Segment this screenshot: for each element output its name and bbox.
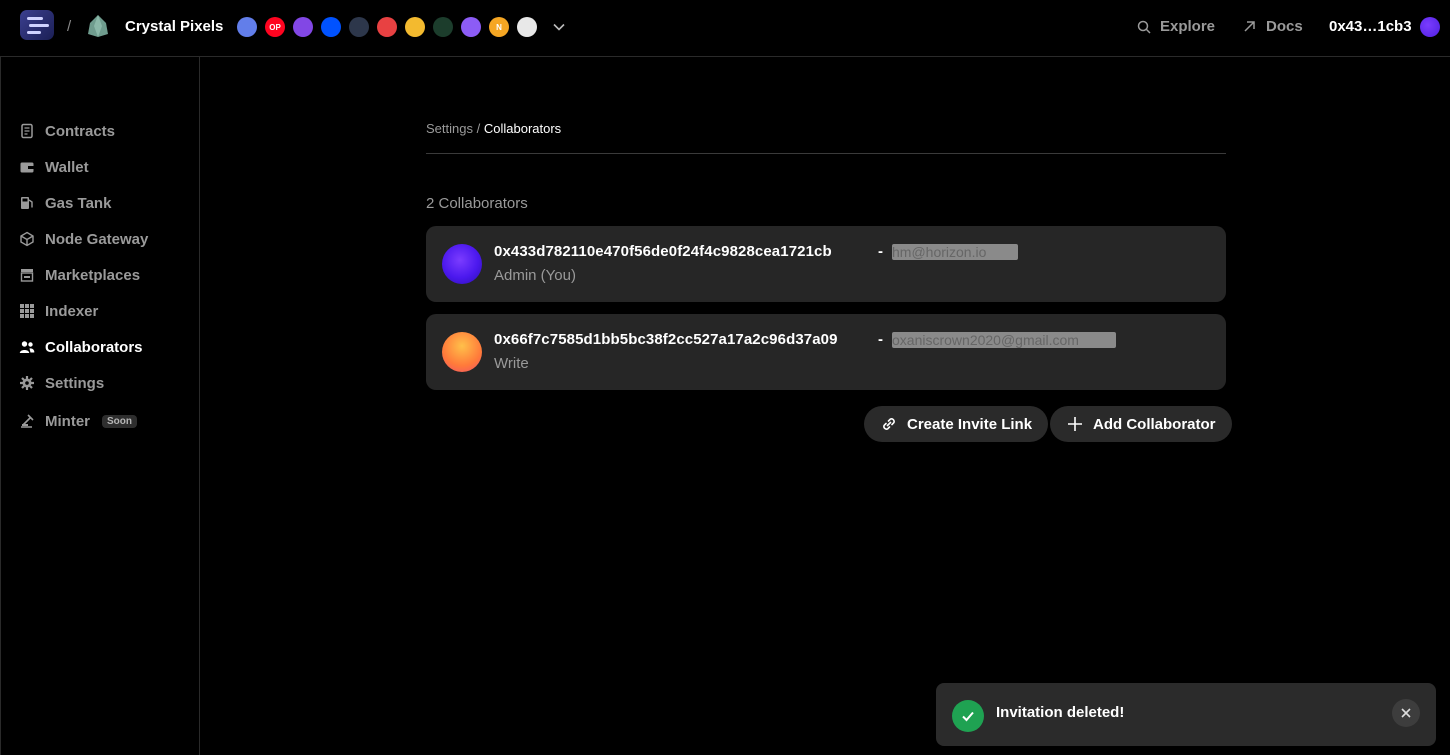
gnosis-icon[interactable] xyxy=(433,17,453,37)
zksync-icon[interactable] xyxy=(461,17,481,37)
grid-icon xyxy=(20,304,34,318)
users-icon xyxy=(19,341,35,353)
toast-message: Invitation deleted! xyxy=(996,704,1125,721)
chevron-down-icon[interactable] xyxy=(552,20,566,34)
soon-badge: Soon xyxy=(102,414,137,428)
avalanche-icon[interactable] xyxy=(377,17,397,37)
add-collaborator-button[interactable]: Add Collaborator xyxy=(1050,406,1232,442)
project-avatar-icon[interactable] xyxy=(87,14,109,38)
plus-icon xyxy=(1068,417,1082,431)
collaborator-email-redacted: hm@horizon.io xyxy=(892,244,1018,260)
sidebar-item-minter[interactable]: Minter Soon xyxy=(19,411,137,431)
optimism-icon[interactable]: OP xyxy=(265,17,285,37)
ethereum-icon[interactable] xyxy=(237,17,257,37)
sidebar-item-label: Indexer xyxy=(45,302,99,320)
collaborator-card[interactable]: 0x433d782110e470f56de0f24f4c9828cea1721c… xyxy=(426,226,1226,302)
link-icon xyxy=(883,418,895,430)
collaborator-address: 0x433d782110e470f56de0f24f4c9828cea1721c… xyxy=(494,243,832,260)
chain-list: OP N xyxy=(237,17,537,37)
collaborator-count: 2 Collaborators xyxy=(426,195,528,212)
wallet-address[interactable]: 0x43…1cb3 xyxy=(1329,18,1412,35)
create-invite-link-label: Create Invite Link xyxy=(907,415,1033,433)
sidebar-item-label: Wallet xyxy=(45,158,89,176)
gas-pump-icon xyxy=(21,197,33,209)
check-circle-icon xyxy=(952,700,984,732)
close-icon[interactable] xyxy=(1392,699,1420,727)
avatar xyxy=(442,332,482,372)
collaborator-card[interactable]: 0x66f7c7585d1bb5bc38f2cc527a17a2c96d37a0… xyxy=(426,314,1226,390)
sidebar-item-wallet[interactable]: Wallet xyxy=(19,157,89,177)
sidebar-item-label: Gas Tank xyxy=(45,194,112,212)
polygon-icon[interactable] xyxy=(293,17,313,37)
contract-icon xyxy=(21,123,33,139)
sidebar-item-label: Minter xyxy=(45,412,90,430)
sidebar-item-settings[interactable]: Settings xyxy=(19,373,104,393)
breadcrumb-parent[interactable]: Settings xyxy=(426,121,473,136)
near-icon[interactable]: N xyxy=(489,17,509,37)
separator-dash: - xyxy=(878,243,883,260)
wallet-icon xyxy=(20,162,34,173)
bnb-icon[interactable] xyxy=(405,17,425,37)
sidebar-item-label: Settings xyxy=(45,374,105,392)
base-icon[interactable] xyxy=(321,17,341,37)
header-separator: / xyxy=(67,18,72,35)
breadcrumb-current: Collaborators xyxy=(483,121,562,136)
breadcrumb: Settings / Collaborators xyxy=(426,121,561,136)
store-icon xyxy=(20,269,34,282)
separator-dash: - xyxy=(878,331,883,348)
toast-notification: Invitation deleted! xyxy=(936,683,1436,746)
sidebar-item-gas-tank[interactable]: Gas Tank xyxy=(19,193,111,213)
sidebar-item-label: Node Gateway xyxy=(45,230,149,248)
sidebar-item-label: Marketplaces xyxy=(45,266,141,284)
wallet-avatar[interactable] xyxy=(1420,17,1440,37)
sidebar-item-indexer[interactable]: Indexer xyxy=(19,301,98,321)
breadcrumb-separator: / xyxy=(476,121,481,136)
top-bar: / Crystal Pixels OP N Explore Docs 0x43…1… xyxy=(0,0,1450,57)
avatar xyxy=(442,244,482,284)
arrow-up-right-icon xyxy=(1244,21,1255,32)
sidebar-item-contracts[interactable]: Contracts xyxy=(19,121,115,141)
divider xyxy=(426,153,1226,154)
search-icon xyxy=(1137,20,1151,34)
add-collaborator-label: Add Collaborator xyxy=(1093,415,1216,433)
sidebar-item-collaborators[interactable]: Collaborators xyxy=(19,337,143,357)
collaborator-role: Write xyxy=(494,355,529,372)
cube-icon xyxy=(20,231,34,247)
collaborator-address: 0x66f7c7585d1bb5bc38f2cc527a17a2c96d37a0… xyxy=(494,331,838,348)
collaborator-email-redacted: oxaniscrown2020@gmail.com xyxy=(892,332,1116,348)
sidebar-item-node-gateway[interactable]: Node Gateway xyxy=(19,229,148,249)
explore-label: Explore xyxy=(1160,18,1216,35)
sidebar-item-label: Contracts xyxy=(45,122,116,140)
docs-label: Docs xyxy=(1266,18,1303,35)
docs-link[interactable]: Docs xyxy=(1243,18,1303,35)
app-logo-icon[interactable] xyxy=(20,10,54,40)
collaborator-role: Admin (You) xyxy=(494,267,576,284)
sidebar-item-marketplaces[interactable]: Marketplaces xyxy=(19,265,140,285)
gear-icon xyxy=(20,376,34,390)
minter-icon xyxy=(21,414,34,428)
sidebar-item-label: Collaborators xyxy=(45,338,143,356)
sidebar: Contracts Wallet Gas Tank Node Gateway M… xyxy=(0,57,200,755)
create-invite-link-button[interactable]: Create Invite Link xyxy=(864,406,1049,442)
arbitrum-icon[interactable] xyxy=(349,17,369,37)
project-name[interactable]: Crystal Pixels xyxy=(125,18,223,35)
explore-link[interactable]: Explore xyxy=(1137,18,1215,35)
linea-icon[interactable] xyxy=(517,17,537,37)
